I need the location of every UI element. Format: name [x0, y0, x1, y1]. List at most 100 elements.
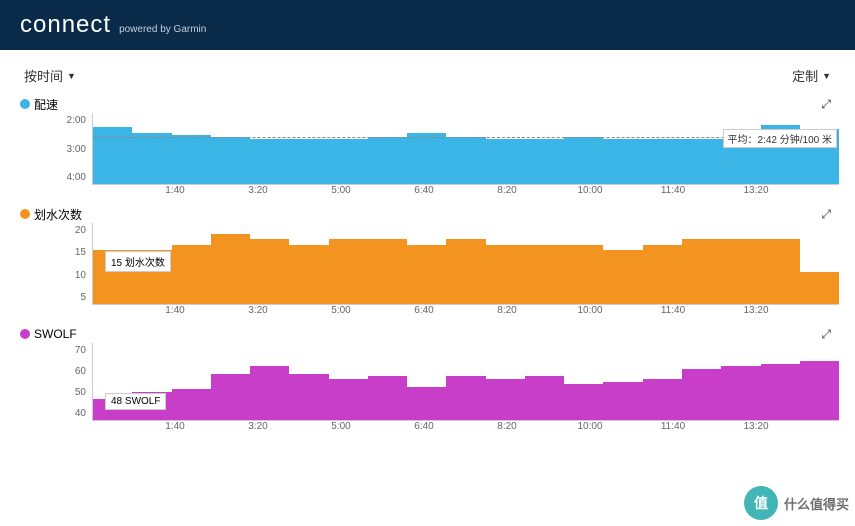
y-tick: 2:00: [67, 115, 86, 126]
chart-title: 划水次数: [34, 206, 82, 223]
plot[interactable]: 48 SWOLF: [92, 343, 839, 421]
bar: [564, 384, 603, 420]
bar: [329, 139, 368, 184]
chart-pace: 配速 ⤢ 2:003:004:00 平均：2:42 分钟/100 米 1:403…: [0, 95, 855, 205]
watermark: 值 什么值得买: [744, 486, 849, 520]
bar: [525, 245, 564, 304]
y-tick: 5: [80, 292, 86, 303]
avg-label: 平均：2:42 分钟/100 米: [723, 129, 837, 148]
bar: [250, 139, 289, 184]
bar: [368, 239, 407, 304]
x-tick: 5:00: [331, 185, 350, 196]
x-tick: 8:20: [497, 185, 516, 196]
bar: [172, 245, 211, 304]
x-tick: 8:20: [497, 305, 516, 316]
bar: [761, 239, 800, 304]
bar: [329, 379, 368, 420]
bar: [93, 127, 132, 184]
brand-logo: connect: [20, 11, 111, 39]
y-tick: 3:00: [67, 144, 86, 155]
y-tick: 70: [75, 345, 86, 356]
y-axis: 70605040: [20, 343, 92, 421]
x-axis: 1:403:205:006:408:2010:0011:4013:20: [92, 421, 839, 435]
bar: [761, 364, 800, 420]
bar: [721, 239, 760, 304]
y-tick: 40: [75, 408, 86, 419]
bar: [486, 139, 525, 184]
x-tick: 3:20: [248, 185, 267, 196]
selector-label: 定制: [792, 66, 818, 85]
bar: [643, 379, 682, 420]
bar: [564, 245, 603, 304]
x-tick: 5:00: [331, 305, 350, 316]
x-tick: 10:00: [577, 305, 602, 316]
bar: [250, 366, 289, 420]
x-tick: 5:00: [331, 421, 350, 432]
bar: [289, 374, 328, 420]
bar: [564, 137, 603, 184]
chart-title: 配速: [34, 96, 58, 113]
bar: [800, 272, 839, 304]
bar: [407, 387, 446, 420]
bar: [603, 139, 642, 184]
y-tick: 10: [75, 270, 86, 281]
plot[interactable]: 15 划水次数: [92, 223, 839, 305]
watermark-text: 什么值得买: [784, 494, 849, 513]
chart-swolf: SWOLF ⤢ 70605040 48 SWOLF 1:403:205:006:…: [0, 325, 855, 441]
y-axis: 2015105: [20, 223, 92, 305]
x-tick: 11:40: [661, 421, 685, 432]
expand-icon[interactable]: ⤢: [821, 207, 831, 222]
bar: [446, 137, 485, 184]
x-tick: 6:40: [414, 421, 433, 432]
bar: [250, 239, 289, 304]
x-tick: 3:20: [248, 305, 267, 316]
bar: [407, 133, 446, 184]
expand-icon[interactable]: ⤢: [821, 97, 831, 112]
bar: [682, 239, 721, 304]
y-axis: 2:003:004:00: [20, 113, 92, 185]
x-tick: 1:40: [165, 305, 184, 316]
x-tick: 6:40: [414, 185, 433, 196]
bar: [486, 379, 525, 420]
y-tick: 20: [75, 225, 86, 236]
bar: [211, 137, 250, 184]
bar: [721, 366, 760, 420]
caret-down-icon: ▼: [822, 71, 831, 81]
chart-area: 70605040 48 SWOLF 1:403:205:006:408:2010…: [20, 343, 839, 435]
bar: [643, 139, 682, 184]
bar: [329, 239, 368, 304]
x-tick: 13:20: [743, 305, 768, 316]
bar: [643, 245, 682, 304]
bar: [211, 234, 250, 304]
chart-strokes: 划水次数 ⤢ 2015105 15 划水次数 1:403:205:006:408…: [0, 205, 855, 325]
selector-label: 按时间: [24, 66, 63, 85]
chart-title-row: SWOLF ⤢: [20, 325, 839, 343]
customize-selector[interactable]: 定制 ▼: [792, 66, 831, 85]
bar: [446, 376, 485, 420]
x-tick: 6:40: [414, 305, 433, 316]
xaxis-mode-selector[interactable]: 按时间 ▼: [24, 66, 76, 85]
watermark-badge: 值: [744, 486, 778, 520]
bar: [486, 245, 525, 304]
x-tick: 1:40: [165, 185, 184, 196]
x-tick: 11:40: [661, 185, 685, 196]
bar: [682, 369, 721, 420]
brand: connect powered by Garmin: [20, 11, 206, 39]
x-tick: 13:20: [743, 185, 768, 196]
chart-title: SWOLF: [34, 327, 77, 341]
x-tick: 8:20: [497, 421, 516, 432]
chart-title-row: 划水次数 ⤢: [20, 205, 839, 223]
legend-dot: [20, 329, 30, 339]
y-tick: 60: [75, 366, 86, 377]
app-header: connect powered by Garmin: [0, 0, 855, 50]
bar: [800, 361, 839, 420]
legend-dot: [20, 209, 30, 219]
plot[interactable]: 平均：2:42 分钟/100 米: [92, 113, 839, 185]
bar: [525, 139, 564, 184]
chart-title-row: 配速 ⤢: [20, 95, 839, 113]
x-tick: 13:20: [743, 421, 768, 432]
bar: [211, 374, 250, 420]
bar: [132, 133, 171, 184]
expand-icon[interactable]: ⤢: [821, 327, 831, 342]
plot-wrap: 15 划水次数 1:403:205:006:408:2010:0011:4013…: [92, 223, 839, 319]
